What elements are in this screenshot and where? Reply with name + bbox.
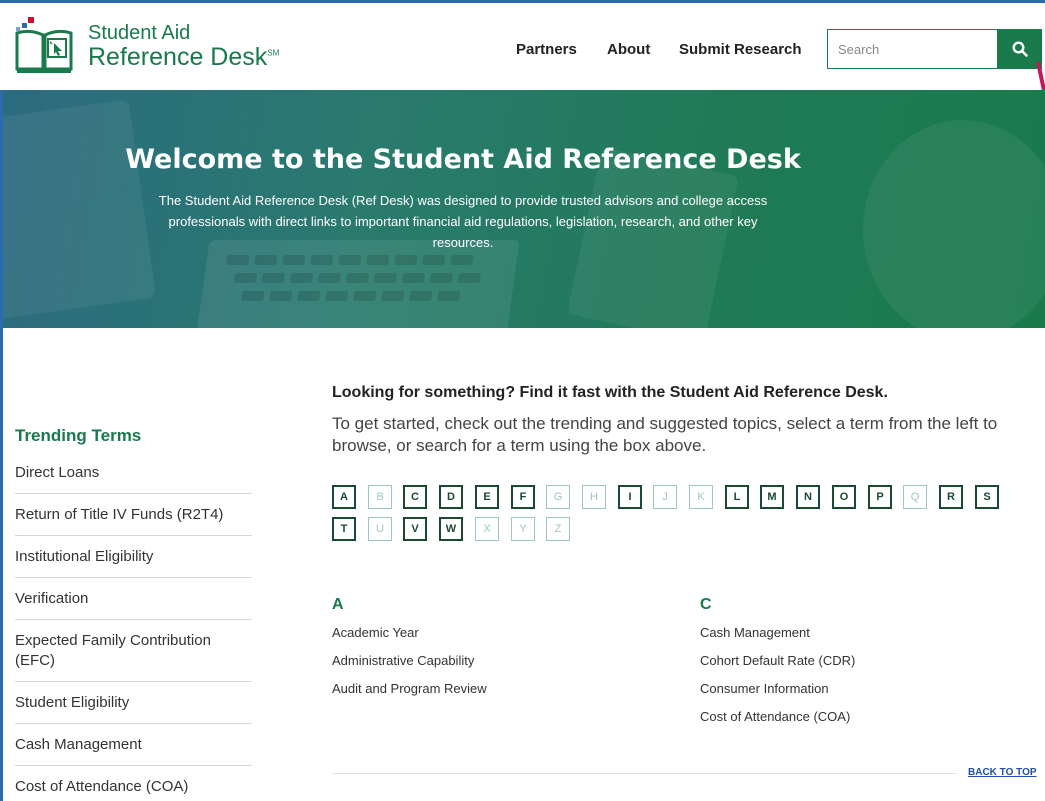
alphabet-letter-q: Q	[903, 485, 927, 509]
term-link[interactable]: Cohort Default Rate (CDR)	[700, 653, 855, 668]
trending-term-link[interactable]: Institutional Eligibility	[15, 536, 252, 578]
term-link[interactable]: Administrative Capability	[332, 653, 474, 668]
logo-title-line2: Reference DeskSM	[88, 42, 280, 71]
nav-about[interactable]: About	[607, 41, 650, 58]
nav-partners[interactable]: Partners	[516, 41, 577, 58]
alphabet-letter-t[interactable]: T	[332, 517, 356, 541]
term-link[interactable]: Audit and Program Review	[332, 681, 487, 696]
trending-term-link[interactable]: Expected Family Contribution (EFC)	[15, 620, 252, 682]
hero-description: The Student Aid Reference Desk (Ref Desk…	[158, 193, 768, 250]
term-link[interactable]: Consumer Information	[700, 681, 829, 696]
main-heading: Looking for something? Find it fast with…	[332, 384, 888, 401]
alphabet-letter-g: G	[546, 485, 570, 509]
site-logo[interactable]: Student Aid Reference DeskSM	[14, 17, 279, 75]
search-input[interactable]	[827, 29, 998, 69]
alphabet-letter-b: B	[368, 485, 392, 509]
section-divider	[332, 773, 957, 774]
site-header: Student Aid Reference DeskSM Partners Ab…	[0, 0, 1045, 90]
hero-banner: Welcome to the Student Aid Reference Des…	[3, 90, 1045, 328]
alphabet-letter-a[interactable]: A	[332, 485, 356, 509]
trending-terms-list: Direct Loans Return of Title IV Funds (R…	[15, 452, 252, 801]
hero-bg-shape	[3, 99, 157, 321]
term-link[interactable]: Cost of Attendance (COA)	[700, 709, 850, 724]
alphabet-letter-d[interactable]: D	[439, 485, 463, 509]
alphabet-letter-p[interactable]: P	[868, 485, 892, 509]
trending-term-link[interactable]: Verification	[15, 578, 252, 620]
trending-term-link[interactable]: Return of Title IV Funds (R2T4)	[15, 494, 252, 536]
term-group-heading: C	[700, 596, 712, 613]
term-group-heading: A	[332, 596, 344, 613]
term-link[interactable]: Academic Year	[332, 625, 419, 640]
alphabet-letter-i[interactable]: I	[618, 485, 642, 509]
alphabet-letter-x: X	[475, 517, 499, 541]
alphabet-letter-e[interactable]: E	[475, 485, 499, 509]
hero-keyboard-image	[196, 240, 520, 328]
term-link[interactable]: Cash Management	[700, 625, 810, 640]
open-book-logo-icon	[14, 17, 74, 75]
back-to-top-link[interactable]: BACK TO TOP	[968, 767, 1037, 778]
alphabet-letter-u: U	[368, 517, 392, 541]
trending-term-link[interactable]: Cash Management	[15, 724, 252, 766]
logo-title-text: Reference Desk	[88, 42, 268, 71]
alphabet-letter-l[interactable]: L	[725, 485, 749, 509]
service-mark: SM	[267, 48, 280, 58]
alphabet-letter-w[interactable]: W	[439, 517, 463, 541]
alphabet-letter-o[interactable]: O	[832, 485, 856, 509]
trending-term-link[interactable]: Direct Loans	[15, 452, 252, 494]
hero-title: Welcome to the Student Aid Reference Des…	[125, 144, 801, 175]
logo-title-line1: Student Aid	[88, 21, 191, 44]
alphabet-letter-j: J	[653, 485, 677, 509]
alphabet-letter-s[interactable]: S	[975, 485, 999, 509]
alphabet-letter-c[interactable]: C	[403, 485, 427, 509]
alphabet-letter-k: K	[689, 485, 713, 509]
trending-term-link[interactable]: Student Eligibility	[15, 682, 252, 724]
alphabet-letter-r[interactable]: R	[939, 485, 963, 509]
alphabet-letter-z: Z	[546, 517, 570, 541]
trending-term-link[interactable]: Cost of Attendance (COA)	[15, 766, 252, 801]
alphabet-letter-v[interactable]: V	[403, 517, 427, 541]
alphabet-letter-f[interactable]: F	[511, 485, 535, 509]
trending-terms-title: Trending Terms	[15, 426, 142, 445]
search-icon	[1012, 41, 1028, 57]
alphabet-letter-y: Y	[511, 517, 535, 541]
main-intro: To get started, check out the trending a…	[332, 414, 998, 455]
alphabet-letter-h: H	[582, 485, 606, 509]
nav-submit-research[interactable]: Submit Research	[679, 41, 802, 58]
alphabet-letter-n[interactable]: N	[796, 485, 820, 509]
alphabet-letter-m[interactable]: M	[760, 485, 784, 509]
